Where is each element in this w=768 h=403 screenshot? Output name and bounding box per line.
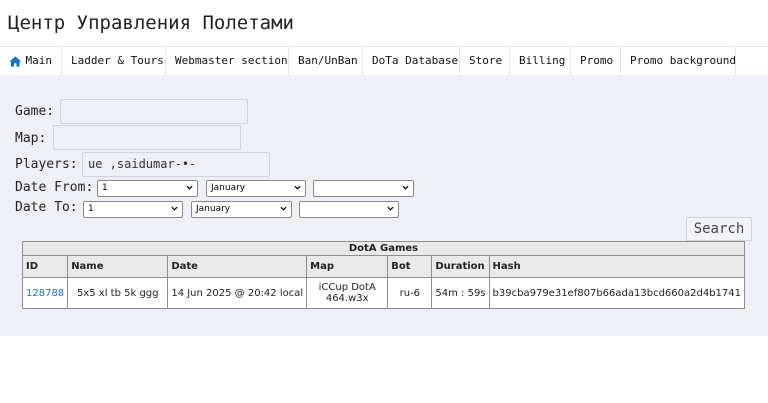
- date-to-label: Date To:: [15, 200, 78, 215]
- home-icon: [9, 55, 22, 67]
- cell-map: iCCup DotA 464.w3x: [306, 277, 389, 309]
- table-header-row: ID Name Date Map Bot Duration Hash: [21, 255, 746, 278]
- nav-item-webmaster-section[interactable]: Webmaster section: [166, 47, 289, 75]
- column-header-hash: Hash: [488, 255, 746, 278]
- cell-hash: b39cba979e31ef807b66ada13bcd660a2d4b1741: [488, 277, 746, 309]
- date-from-label: Date From:: [15, 180, 94, 195]
- cell-date: 14 Jun 2025 @ 20:42 local: [167, 277, 308, 309]
- select-value: 1: [102, 183, 108, 193]
- nav-item-ban-unban[interactable]: Ban/UnBan: [289, 47, 363, 75]
- table-row: 128788 5x5 xl tb 5k ggg 14 Jun 2025 @ 20…: [21, 277, 746, 309]
- main-nav: Main Ladder & Tours Webmaster section Ba…: [0, 46, 768, 76]
- date-from-month-select[interactable]: January: [206, 180, 306, 197]
- players-input[interactable]: ue ,saidumar-•-: [82, 152, 270, 177]
- date-to-year-select[interactable]: [299, 201, 399, 218]
- cell-id: 128788: [21, 277, 69, 309]
- chevron-down-icon: [186, 185, 193, 190]
- search-button[interactable]: Search: [686, 217, 752, 241]
- nav-item-billing[interactable]: Billing: [510, 47, 571, 75]
- column-header-duration: Duration: [431, 255, 490, 278]
- cell-name: 5x5 xl tb 5k ggg: [67, 277, 169, 309]
- nav-item-label: Promo: [580, 54, 614, 67]
- nav-item-main[interactable]: Main: [0, 47, 62, 75]
- nav-item-label: Billing: [519, 54, 566, 67]
- date-to-day-select[interactable]: 1: [83, 201, 183, 218]
- column-header-id: ID: [21, 255, 69, 278]
- nav-item-label: Ladder & Tours: [71, 54, 164, 67]
- chevron-down-icon: [387, 206, 394, 211]
- chevron-down-icon: [402, 185, 409, 190]
- select-value: January: [196, 204, 231, 214]
- game-input[interactable]: [60, 99, 248, 124]
- cell-duration: 54m : 59s: [431, 277, 490, 309]
- date-to-month-select[interactable]: January: [191, 201, 292, 218]
- nav-item-label: Webmaster section: [175, 54, 288, 67]
- select-value: 1: [88, 204, 94, 214]
- map-label: Map:: [15, 131, 47, 146]
- map-file-line: 464.w3x: [325, 293, 369, 304]
- select-value: January: [211, 183, 246, 193]
- dota-games-table: DotA Games ID Name Date Map Bot Duration…: [21, 241, 746, 309]
- nav-item-ladder-tours[interactable]: Ladder & Tours: [62, 47, 166, 75]
- column-header-map: Map: [306, 255, 389, 278]
- page-title: Центр Управления Полетами: [8, 12, 294, 34]
- nav-item-dota-database[interactable]: DoTa Database: [363, 47, 460, 75]
- nav-item-store[interactable]: Store: [460, 47, 510, 75]
- table-caption-row: DotA Games: [22, 241, 745, 256]
- table-caption: DotA Games: [22, 241, 745, 256]
- nav-item-label: Promo background: [630, 54, 736, 67]
- nav-item-label: Ban/UnBan: [298, 54, 358, 67]
- cell-bot: ru-6: [387, 277, 433, 309]
- column-header-date: Date: [167, 255, 308, 278]
- chevron-down-icon: [294, 185, 301, 190]
- nav-item-promo-background[interactable]: Promo background: [621, 47, 736, 75]
- nav-item-label: DoTa Database: [372, 54, 459, 67]
- nav-item-promo[interactable]: Promo: [571, 47, 621, 75]
- map-name-line: iCCup DotA: [318, 282, 376, 293]
- map-input[interactable]: [53, 125, 241, 150]
- date-from-year-select[interactable]: [313, 180, 414, 197]
- game-id-link[interactable]: 128788: [26, 288, 64, 299]
- search-panel: Game: Map: Players: ue ,saidumar-•- Date…: [0, 75, 768, 336]
- players-label: Players:: [15, 157, 78, 172]
- chevron-down-icon: [171, 206, 178, 211]
- nav-item-label: Store: [469, 54, 503, 67]
- column-header-bot: Bot: [387, 255, 433, 278]
- date-from-day-select[interactable]: 1: [97, 180, 198, 197]
- chevron-down-icon: [280, 206, 287, 211]
- nav-item-label: Main: [25, 54, 53, 67]
- column-header-name: Name: [67, 255, 169, 278]
- game-label: Game:: [15, 104, 55, 119]
